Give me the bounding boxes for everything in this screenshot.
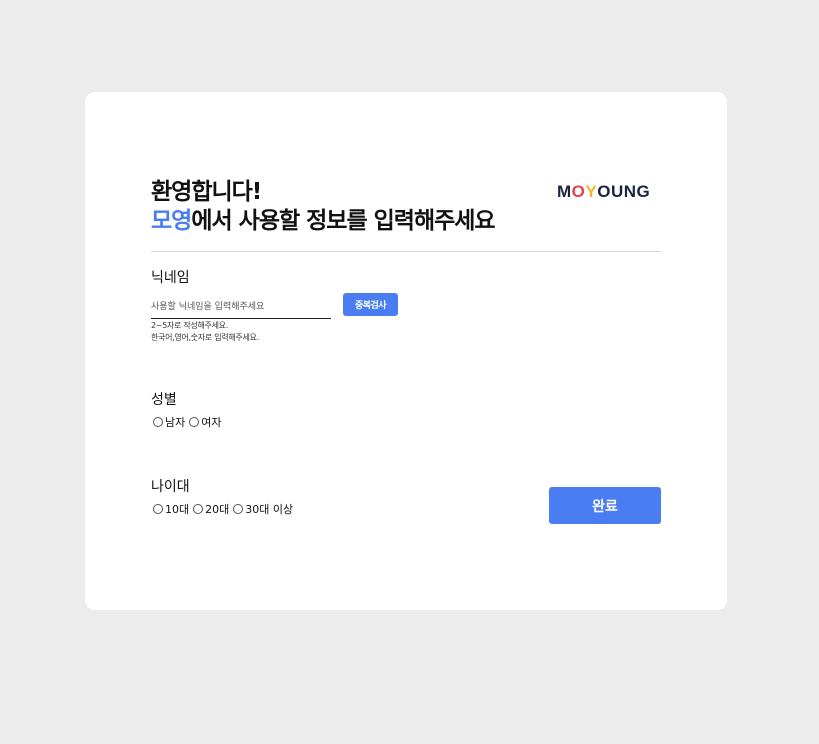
- header-divider: [151, 251, 661, 252]
- gender-female-radio[interactable]: [189, 417, 200, 427]
- brand-name-accent: 모영: [151, 208, 192, 234]
- nickname-hint-chars: 한국어,영어,숫자로 입력해주세요.: [151, 333, 259, 342]
- welcome-title: 환영합니다! 모영에서 사용할 정보를 입력해주세요: [151, 178, 496, 236]
- age-option-20s[interactable]: 20대: [193, 501, 229, 517]
- nickname-label: 닉네임: [151, 270, 190, 286]
- gender-label: 성별: [151, 392, 177, 408]
- gender-option-male[interactable]: 남자: [153, 414, 185, 430]
- nickname-hint-length: 2~5자로 작성해주세요.: [151, 321, 228, 330]
- age-options: 10대 20대 30대 이상: [153, 501, 297, 517]
- age-10s-radio[interactable]: [153, 504, 163, 514]
- moyoung-logo: MOYOUNG: [557, 182, 651, 201]
- age-option-10s[interactable]: 10대: [153, 501, 189, 517]
- age-option-30s-plus[interactable]: 30대 이상: [233, 501, 293, 517]
- age-20s-radio[interactable]: [193, 504, 204, 514]
- age-20s-label: 20대: [205, 503, 230, 516]
- age-30s-plus-radio[interactable]: [233, 504, 244, 514]
- welcome-subheading-text: 에서 사용할 정보를 입력해주세요: [191, 208, 495, 234]
- duplicate-check-button[interactable]: 중복검사: [343, 293, 398, 316]
- nickname-input[interactable]: [151, 296, 331, 319]
- done-button[interactable]: 완료: [549, 487, 661, 524]
- welcome-subheading: 모영에서 사용할 정보를 입력해주세요: [151, 207, 496, 236]
- welcome-heading: 환영합니다!: [151, 179, 262, 205]
- gender-male-radio[interactable]: [153, 417, 163, 427]
- gender-options: 남자 여자: [153, 414, 226, 430]
- age-label: 나이대: [151, 479, 190, 495]
- signup-card: 환영합니다! 모영에서 사용할 정보를 입력해주세요 MOYOUNG 닉네임 중…: [85, 92, 727, 610]
- gender-male-label: 남자: [165, 416, 186, 429]
- age-30s-plus-label: 30대 이상: [245, 503, 294, 516]
- gender-female-label: 여자: [201, 416, 222, 429]
- age-10s-label: 10대: [165, 503, 190, 516]
- gender-option-female[interactable]: 여자: [189, 414, 222, 430]
